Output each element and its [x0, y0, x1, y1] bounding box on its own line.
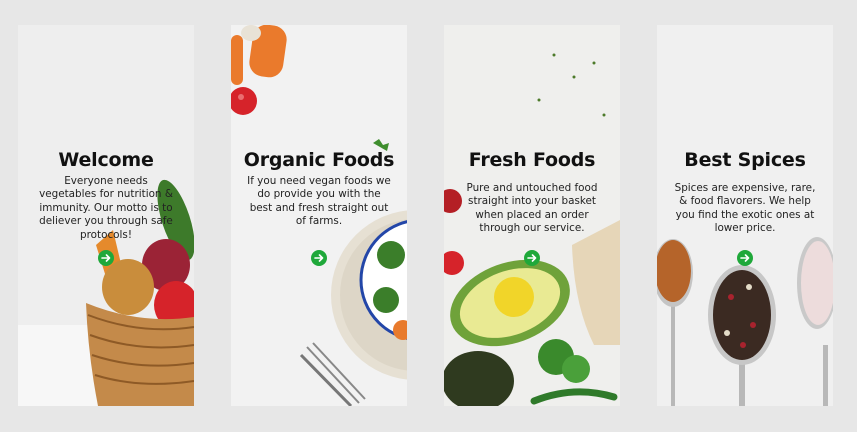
next-button[interactable] — [737, 250, 753, 266]
arrow-right-icon — [740, 254, 750, 262]
next-button[interactable] — [311, 250, 327, 266]
screen-description: If you need vegan foods we do provide yo… — [247, 175, 391, 228]
next-button[interactable] — [524, 250, 540, 266]
onboarding-screen-welcome: Welcome Everyone needs vegetables for nu… — [18, 25, 194, 406]
screen-description: Pure and untouched food straight into yo… — [466, 182, 598, 235]
arrow-right-icon — [314, 254, 324, 262]
onboarding-screen-best-spices: Best Spices Spices are expensive, rare, … — [657, 25, 833, 406]
screen-description: Everyone needs vegetables for nutrition … — [39, 175, 173, 241]
onboarding-screen-fresh-foods: Fresh Foods Pure and untouched food stra… — [444, 25, 620, 406]
screen-title: Best Spices — [684, 149, 806, 171]
screen-description: Spices are expensive, rare, & food flavo… — [674, 182, 816, 235]
screen-title: Fresh Foods — [468, 149, 596, 171]
onboarding-screen-organic-foods: Organic Foods If you need vegan foods we… — [231, 25, 407, 406]
screen-title: Welcome — [58, 149, 154, 171]
next-button[interactable] — [98, 250, 114, 266]
screen-title: Organic Foods — [243, 149, 395, 171]
arrow-right-icon — [101, 254, 111, 262]
arrow-right-icon — [527, 254, 537, 262]
